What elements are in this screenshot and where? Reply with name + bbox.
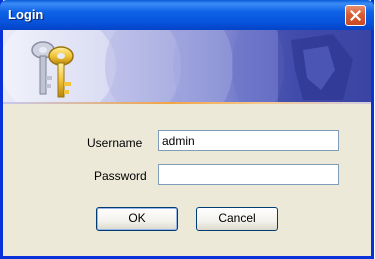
login-banner (3, 30, 371, 102)
ok-button[interactable]: OK (96, 207, 178, 231)
close-icon (350, 10, 361, 21)
banner-divider (3, 102, 371, 104)
login-dialog: Login Username admin Password OK Cancel (0, 0, 374, 259)
username-input[interactable] (158, 130, 339, 151)
title-bar[interactable]: Login (0, 0, 374, 30)
close-button[interactable] (345, 5, 366, 26)
cancel-button[interactable]: Cancel (196, 207, 278, 231)
password-label: Password (94, 169, 147, 183)
password-input[interactable] (158, 164, 339, 185)
window-title: Login (8, 7, 44, 22)
username-label: Username (87, 136, 143, 150)
